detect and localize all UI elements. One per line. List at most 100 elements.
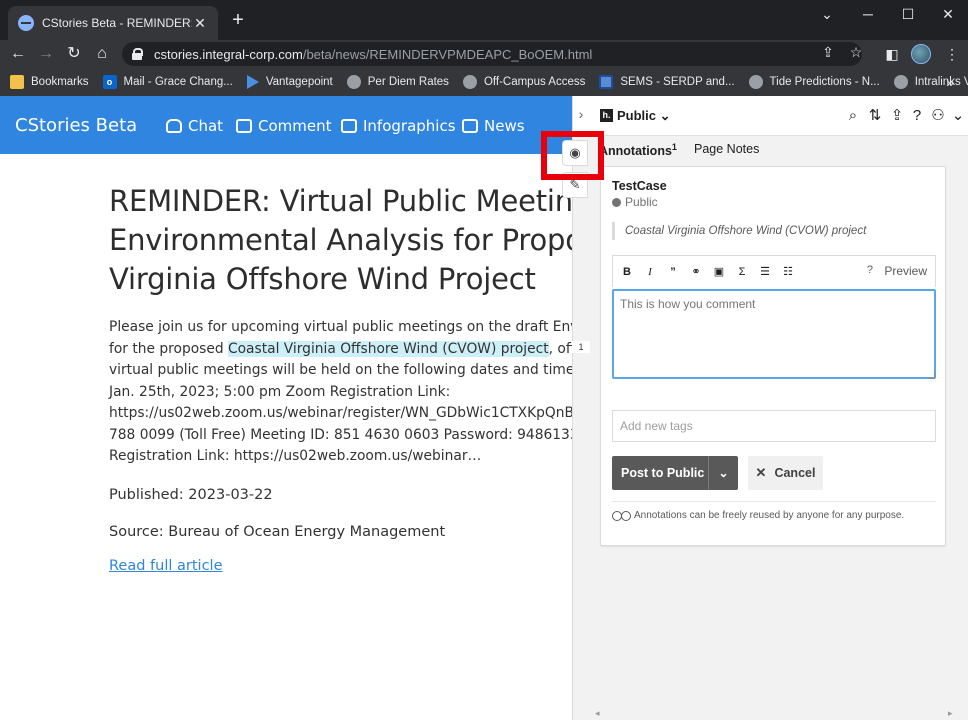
- numbered-list-icon[interactable]: ☰: [757, 264, 773, 280]
- address-bar[interactable]: cstories.integral-corp.com/beta/news/REM…: [122, 42, 862, 66]
- chevron-down-icon[interactable]: ⌄: [709, 466, 738, 480]
- scroll-left-icon[interactable]: ◂: [595, 708, 600, 719]
- nav-chat[interactable]: Chat: [166, 117, 223, 135]
- globe-icon: [346, 75, 361, 89]
- globe-icon: [18, 15, 34, 31]
- back-icon[interactable]: ←: [4, 40, 32, 68]
- tab-page-notes[interactable]: Page Notes: [694, 142, 759, 156]
- image-icon[interactable]: ▣: [711, 264, 727, 280]
- page-content: CStories Beta Chat Comment Infographics …: [0, 96, 968, 720]
- globe-icon: [462, 75, 477, 89]
- comment-textarea[interactable]: This is how you comment: [612, 289, 936, 379]
- bookmark-item[interactable]: Vantagepoint: [246, 75, 333, 89]
- bookmark-item[interactable]: o Mail - Grace Chang...: [102, 75, 233, 89]
- read-full-article-link[interactable]: Read full article: [109, 558, 223, 574]
- annotation-visibility: Public: [612, 195, 658, 209]
- browser-tab[interactable]: CStories Beta - REMINDER: Virtua ✕: [8, 6, 218, 40]
- article-body: Please join us for upcoming virtual publ…: [109, 319, 662, 464]
- nav-news-label: News: [484, 117, 525, 135]
- markdown-toolbar: B I ” ⚭ ▣ Σ ☰ ☷ ? Preview: [612, 255, 936, 287]
- lock-icon: [132, 48, 143, 60]
- close-window-icon[interactable]: ✕: [933, 6, 963, 23]
- bookmark-item[interactable]: Off-Campus Access: [462, 75, 585, 89]
- bookmark-item[interactable]: Bookmarks: [10, 75, 89, 89]
- tab-search-icon[interactable]: ⌄: [812, 6, 842, 23]
- sort-icon[interactable]: ⇅: [865, 106, 885, 126]
- folder-icon: [10, 75, 24, 89]
- url-path: /beta/news/REMINDERVPMDEAPC_BoOEM.html: [302, 46, 593, 62]
- bookmark-item[interactable]: SEMS - SERDP and...: [599, 75, 735, 89]
- post-button[interactable]: Post to Public ⌄: [612, 456, 738, 490]
- comment-icon: [236, 119, 252, 133]
- cancel-button-label: Cancel: [774, 466, 816, 480]
- license-notice: Annotations can be freely reused by anyo…: [612, 510, 904, 521]
- quote-icon[interactable]: ”: [665, 264, 681, 280]
- menu-icon[interactable]: ⋮: [940, 42, 964, 66]
- tab-close-icon[interactable]: ✕: [192, 15, 208, 32]
- help-icon[interactable]: ?: [907, 106, 927, 126]
- globe-icon: [612, 197, 621, 207]
- newspaper-icon: [462, 119, 478, 133]
- url-host: cstories.integral-corp.com: [154, 46, 303, 62]
- post-button-label: Post to Public: [621, 466, 705, 480]
- nav-comment-label: Comment: [258, 117, 332, 135]
- search-icon[interactable]: ⌕: [843, 106, 863, 126]
- bold-icon[interactable]: B: [619, 264, 635, 280]
- annotation-highlight[interactable]: Coastal Virginia Offshore Wind (CVOW) pr…: [227, 340, 549, 357]
- creative-commons-icon: [612, 511, 631, 521]
- profile-avatar[interactable]: [911, 44, 931, 64]
- bookmarks-overflow-icon[interactable]: »: [946, 74, 954, 90]
- tags-input[interactable]: Add new tags: [612, 410, 936, 442]
- markdown-help-icon[interactable]: ?: [867, 264, 873, 276]
- sems-icon: [599, 75, 614, 89]
- hypothesis-sidebar: › h. Public ⌄ ⌕ ⇅ ⇪ ? ⚇ ⌄ Annotations1 P…: [572, 96, 968, 720]
- site-header: CStories Beta Chat Comment Infographics …: [0, 96, 572, 154]
- chevron-down-icon: ⌄: [659, 108, 671, 123]
- bookmarks-bar: Bookmarks o Mail - Grace Chang... Vantage…: [0, 68, 968, 96]
- bookmark-star-icon[interactable]: ☆: [846, 42, 866, 62]
- math-icon[interactable]: Σ: [734, 264, 750, 280]
- bulleted-list-icon[interactable]: ☷: [780, 264, 796, 280]
- site-brand[interactable]: CStories Beta: [15, 115, 137, 136]
- hypothesis-logo-icon: h.: [600, 109, 613, 122]
- close-icon: ✕: [755, 465, 767, 480]
- maximize-icon[interactable]: ☐: [893, 6, 923, 23]
- group-selector[interactable]: Public ⌄: [617, 108, 671, 124]
- forward-icon[interactable]: →: [32, 40, 60, 68]
- italic-icon[interactable]: I: [642, 264, 658, 280]
- sidebar-tabs: Annotations1 Page Notes: [573, 136, 968, 164]
- annotation-username[interactable]: TestCase: [612, 179, 667, 193]
- user-menu-chevron-icon[interactable]: ⌄: [948, 106, 968, 126]
- home-icon[interactable]: ⌂: [88, 40, 116, 68]
- nav-chat-label: Chat: [188, 117, 224, 135]
- share-icon[interactable]: ⇪: [818, 42, 838, 62]
- user-icon[interactable]: ⚇: [928, 106, 948, 126]
- scroll-right-icon[interactable]: ▸: [948, 708, 953, 719]
- new-tab-button[interactable]: +: [228, 10, 248, 30]
- divider: [612, 501, 936, 502]
- browser-toolbar: ← → ↻ ⌂ cstories.integral-corp.com/beta/…: [0, 40, 968, 68]
- reload-icon[interactable]: ↻: [60, 40, 88, 68]
- minimize-icon[interactable]: ─: [853, 6, 883, 22]
- bookmark-item[interactable]: Tide Predictions - N...: [748, 75, 880, 89]
- nav-comment[interactable]: Comment: [236, 117, 332, 135]
- globe-icon: [748, 75, 763, 89]
- bookmark-item[interactable]: Intralinks VIA: [893, 75, 968, 89]
- annotation-bucket-count[interactable]: 1: [572, 341, 590, 353]
- nav-infographics[interactable]: Infographics: [341, 117, 456, 135]
- published-date: Published: 2023-03-22: [109, 486, 273, 503]
- share-icon[interactable]: ⇪: [887, 106, 907, 126]
- cancel-button[interactable]: ✕ Cancel: [748, 456, 823, 490]
- bookmark-item[interactable]: Per Diem Rates: [346, 75, 449, 89]
- nav-news[interactable]: News: [462, 117, 525, 135]
- link-icon[interactable]: ⚭: [688, 264, 704, 280]
- sidebar-top-bar: › h. Public ⌄ ⌕ ⇅ ⇪ ? ⚇ ⌄: [573, 96, 968, 136]
- vantagepoint-icon: [246, 75, 259, 89]
- collapse-sidebar-icon[interactable]: ›: [573, 106, 589, 122]
- resize-handle-icon[interactable]: [928, 372, 935, 379]
- red-highlight-box: [541, 131, 604, 180]
- tab-annotations[interactable]: Annotations1: [599, 142, 677, 158]
- preview-button[interactable]: Preview: [884, 264, 927, 278]
- side-panel-icon[interactable]: ◧: [880, 42, 904, 66]
- outlook-icon: o: [102, 75, 117, 89]
